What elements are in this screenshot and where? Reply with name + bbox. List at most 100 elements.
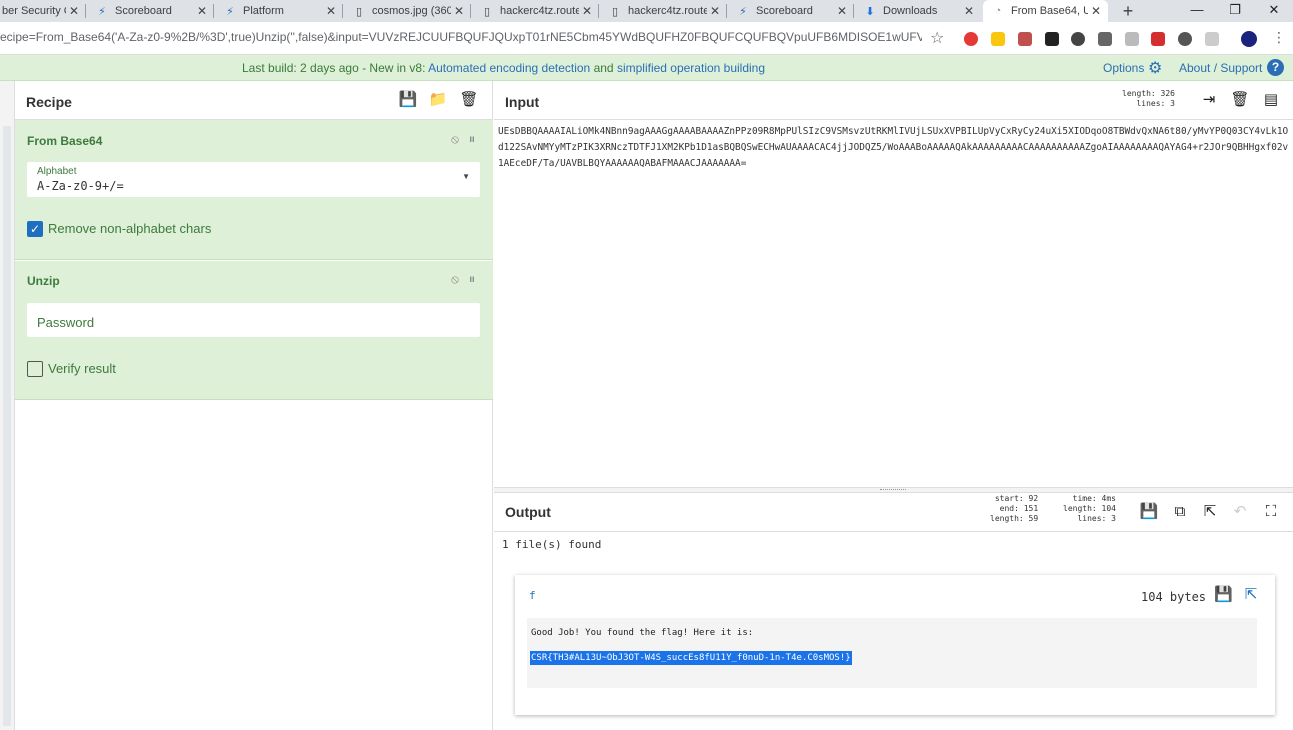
file-contents: Good Job! You found the flag! Here it is… — [527, 618, 1257, 688]
disable-icon[interactable]: ⦸ — [451, 132, 459, 146]
bolt-icon: ⚡ — [739, 5, 747, 18]
browser-tab-active[interactable]: ◔ From Base64, Un ✕ — [983, 0, 1108, 22]
page-icon: ▯ — [611, 5, 619, 18]
extension-icon[interactable] — [1125, 32, 1139, 46]
browser-tab[interactable]: ⬇ Downloads ✕ — [855, 0, 981, 22]
save-icon[interactable]: 💾 — [1139, 502, 1159, 522]
help-icon[interactable]: ? — [1267, 59, 1284, 76]
restore-button[interactable]: ❐ — [1216, 0, 1254, 22]
remove-non-alphabet-checkbox[interactable]: ✓ — [27, 221, 43, 237]
time-value: 4ms — [1101, 494, 1116, 503]
output-title: Output — [505, 504, 551, 520]
selection-stats: start: 92 end: 151 length: 59 — [990, 494, 1038, 524]
disable-icon[interactable]: ⦸ — [451, 272, 459, 286]
extension-icon[interactable] — [1045, 32, 1059, 46]
close-icon[interactable]: ✕ — [834, 4, 850, 18]
gear-icon[interactable]: ⚙ — [1148, 58, 1162, 78]
browser-tab[interactable]: ⚡ Platform ✕ — [215, 0, 343, 22]
output-lines-value: 3 — [1111, 514, 1116, 523]
banner-link-detection[interactable]: Automated encoding detection — [428, 61, 590, 75]
undo-icon[interactable]: ↶ — [1230, 502, 1250, 522]
folder-icon[interactable]: 📁 — [428, 90, 448, 110]
close-icon[interactable]: ✕ — [323, 4, 339, 18]
extension-icon[interactable] — [1098, 32, 1112, 46]
input-lines-value: 3 — [1170, 99, 1175, 108]
browser-tab[interactable]: ▯ hackerc4tz.route ✕ — [472, 0, 599, 22]
browser-tab[interactable]: ber Security C ✕ — [0, 0, 86, 22]
puzzle-icon[interactable] — [1178, 32, 1192, 46]
checkbox-label: Verify result — [48, 361, 116, 376]
extension-icon[interactable] — [1071, 32, 1085, 46]
profile-avatar[interactable] — [1241, 31, 1257, 47]
recipe-panel: Recipe 💾 📁 🗑 From Base64 ⦸ ⏸ Alphabet A-… — [15, 81, 493, 730]
stat-label: length: — [1122, 89, 1156, 98]
browser-tab[interactable]: ▯ hackerc4tz.route ✕ — [600, 0, 727, 22]
extension-icon[interactable] — [1151, 32, 1165, 46]
operation-unzip[interactable]: Unzip ⦸ ⏸ Password Verify result — [15, 261, 493, 400]
extension-icon[interactable] — [1205, 32, 1219, 46]
trash-icon[interactable]: 🗑 — [459, 90, 479, 110]
url-field[interactable]: ecipe=From_Base64('A-Za-z0-9%2B/%3D',tru… — [0, 30, 922, 44]
new-tab-button[interactable]: + — [1118, 1, 1138, 21]
operation-controls: ⦸ ⏸ — [451, 132, 475, 147]
browser-tab[interactable]: ⚡ Scoreboard ✕ — [87, 0, 214, 22]
browser-tab[interactable]: ⚡ Scoreboard ✕ — [728, 0, 854, 22]
close-icon[interactable]: ✕ — [66, 4, 82, 18]
browser-tab[interactable]: ▯ cosmos.jpg (360 ✕ — [344, 0, 471, 22]
banner-middle: and — [590, 61, 617, 75]
opera-extension-icon[interactable] — [964, 32, 978, 46]
page-icon: ▯ — [355, 5, 363, 18]
window-close-button[interactable]: ✕ — [1255, 0, 1293, 22]
alphabet-select[interactable]: Alphabet A-Za-z0-9+/= ▼ — [27, 162, 480, 197]
output-stats: time: 4ms length: 104 lines: 3 — [1063, 494, 1116, 524]
banner-link-operation-building[interactable]: simplified operation building — [617, 61, 765, 75]
alphabet-value: A-Za-z0-9+/= — [37, 179, 124, 193]
file-name[interactable]: f — [529, 589, 536, 602]
close-icon[interactable]: ✕ — [707, 4, 723, 18]
operation-title: From Base64 — [27, 134, 103, 148]
close-icon[interactable]: ✕ — [961, 4, 977, 18]
stat-label: length: — [990, 514, 1024, 523]
input-textarea[interactable]: UEsDBBQAAAAIALiOMk4NBnn9agAAAGgAAAABAAAA… — [498, 124, 1290, 172]
input-stats: length: 326 lines: 3 — [1122, 89, 1175, 109]
banner-text: Last build: 2 days ago - New in v8: Auto… — [242, 61, 765, 75]
stat-label: lines: — [1077, 514, 1107, 523]
close-icon[interactable]: ✕ — [451, 4, 467, 18]
close-icon[interactable]: ✕ — [1088, 4, 1104, 18]
about-support-link[interactable]: About / Support — [1179, 61, 1262, 75]
pause-icon[interactable]: ⏸ — [469, 272, 475, 286]
flag-text-selected[interactable]: CSR{TH3#AL13U~ObJ3OT-W4S_succEs8fU11Y_f0… — [530, 651, 852, 665]
tab-title: Scoreboard — [756, 5, 813, 17]
recipe-header: Recipe 💾 📁 🗑 — [15, 81, 492, 120]
recipe-title: Recipe — [26, 94, 72, 110]
verify-result-checkbox[interactable] — [27, 361, 43, 377]
save-icon[interactable]: 💾 — [398, 90, 418, 110]
scrollbar[interactable] — [3, 126, 11, 726]
bolt-icon: ⚡ — [98, 5, 106, 18]
password-placeholder: Password — [37, 315, 95, 330]
close-icon[interactable]: ✕ — [579, 4, 595, 18]
pause-icon[interactable]: ⏸ — [469, 132, 475, 146]
output-length-value: 104 — [1101, 504, 1116, 513]
save-file-icon[interactable]: 💾 — [1214, 586, 1233, 604]
tab-title: Downloads — [883, 5, 938, 17]
minimize-button[interactable]: — — [1178, 0, 1216, 22]
trash-icon[interactable]: 🗑 — [1230, 90, 1250, 110]
open-in-input-icon[interactable]: ⇱ — [1242, 586, 1260, 604]
password-field[interactable]: Password — [27, 303, 480, 337]
replace-input-icon[interactable]: ⇱ — [1200, 502, 1220, 522]
grip-icon — [880, 489, 906, 490]
operation-from-base64[interactable]: From Base64 ⦸ ⏸ Alphabet A-Za-z0-9+/= ▼ … — [15, 120, 493, 260]
copy-icon[interactable]: ⧉ — [1170, 502, 1190, 522]
add-input-icon[interactable]: ⇥ — [1199, 90, 1219, 110]
extension-icon[interactable] — [991, 32, 1005, 46]
page-icon: ▯ — [483, 5, 491, 18]
options-link[interactable]: Options — [1103, 61, 1144, 75]
close-icon[interactable]: ✕ — [194, 4, 210, 18]
pdf-extension-icon[interactable] — [1018, 32, 1032, 46]
more-menu-icon[interactable]: ⋮ — [1272, 29, 1286, 46]
layout-icon[interactable]: ▤ — [1261, 90, 1281, 110]
output-panel: Output start: 92 end: 151 length: 59 tim… — [494, 493, 1293, 730]
bookmark-star-icon[interactable]: ☆ — [930, 28, 944, 48]
maximize-icon[interactable]: ⛶ — [1261, 502, 1281, 522]
